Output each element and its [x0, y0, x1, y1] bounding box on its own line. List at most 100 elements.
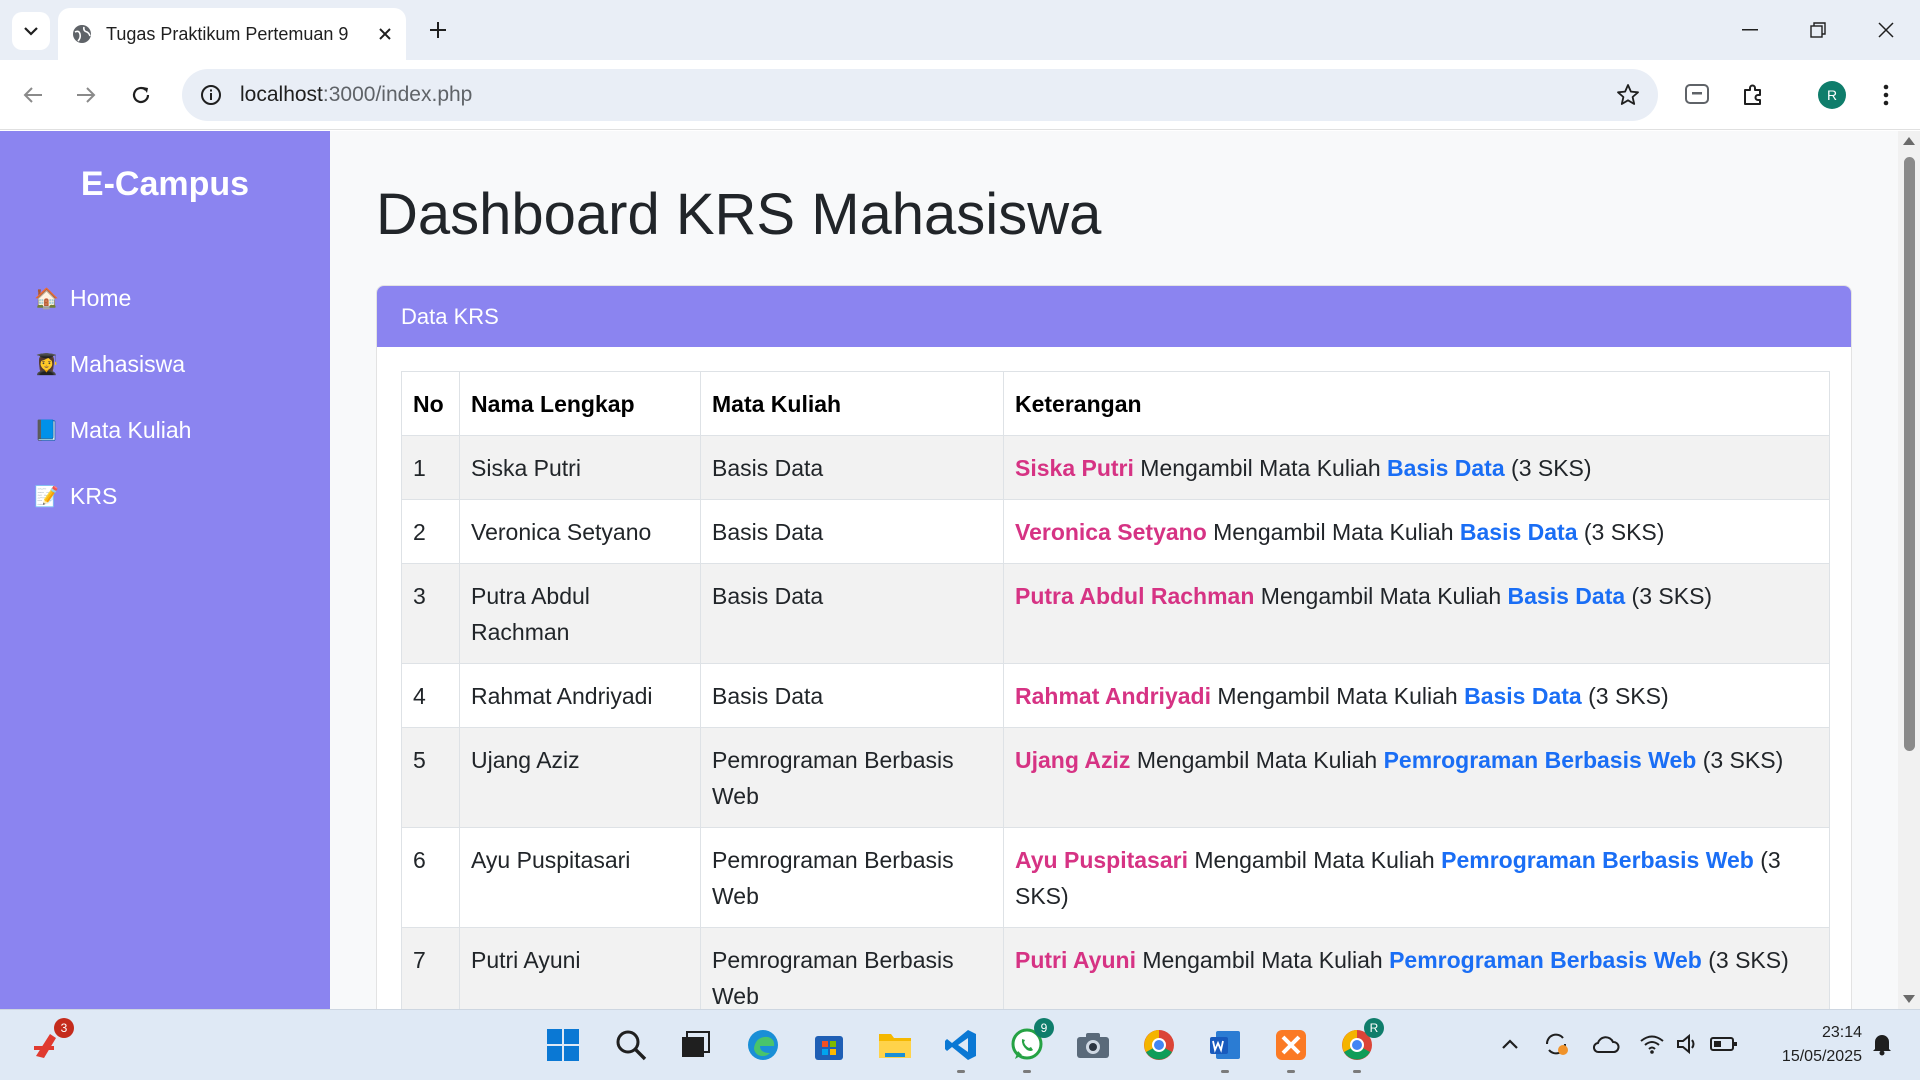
taskbar-app-store[interactable] [806, 1022, 852, 1068]
battery-tray-icon[interactable] [1708, 1028, 1740, 1060]
reload-icon [132, 86, 150, 104]
cell-keterangan: Putra Abdul Rachman Mengambil Mata Kulia… [1003, 563, 1830, 664]
reload-button[interactable] [123, 77, 159, 113]
cell-nama: Veronica Setyano [459, 499, 701, 564]
volume-tray-icon[interactable] [1672, 1028, 1704, 1060]
table-row: 7 Putri Ayuni Pemrograman Berbasis Web P… [401, 927, 1830, 1009]
browser-menu-button[interactable] [1868, 77, 1904, 113]
taskbar-app-xampp[interactable] [1268, 1022, 1314, 1073]
scroll-down-arrow-icon[interactable] [1903, 995, 1915, 1003]
restore-icon [1810, 22, 1826, 38]
forward-button[interactable] [68, 77, 104, 113]
column-header-mata-kuliah: Mata Kuliah [700, 371, 1004, 436]
start-button[interactable] [540, 1022, 586, 1068]
taskbar-app-whatsapp[interactable]: 9 [1004, 1018, 1054, 1073]
task-view-button[interactable] [672, 1022, 718, 1068]
task-view-icon [682, 1031, 710, 1057]
address-bar[interactable]: localhost:3000/index.php [182, 69, 1658, 121]
student-icon: 👩‍🎓 [34, 353, 59, 376]
sidebar-item-mahasiswa[interactable]: 👩‍🎓 Mahasiswa [34, 331, 191, 397]
table-row: 1 Siska Putri Basis Data Siska Putri Men… [401, 435, 1830, 500]
house-icon: 🏠 [34, 287, 59, 310]
table-header-row: No Nama Lengkap Mata Kuliah Keterangan [401, 371, 1830, 436]
onedrive-tray-icon[interactable] [1590, 1028, 1622, 1060]
running-indicator [1287, 1070, 1295, 1073]
notification-badge: 3 [54, 1018, 74, 1038]
cloud-icon [1592, 1036, 1620, 1053]
clock-time: 23:14 [1821, 1024, 1862, 1041]
bookmark-star-icon[interactable] [1616, 83, 1640, 107]
close-window-button[interactable] [1852, 0, 1920, 60]
web-page: E-Campus 🏠 Home 👩‍🎓 Mahasiswa 📘 Mata Kul… [0, 131, 1920, 1009]
scroll-thumb[interactable] [1904, 157, 1915, 751]
scroll-up-arrow-icon[interactable] [1903, 137, 1915, 145]
krs-table: No Nama Lengkap Mata Kuliah Keterangan 1… [401, 371, 1830, 1009]
cell-no: 2 [401, 499, 460, 564]
clock-date: 15/05/2025 [1781, 1048, 1862, 1065]
keterangan-course: Basis Data [1459, 519, 1578, 545]
minimize-icon [1742, 29, 1758, 31]
taskbar-app-word[interactable] [1202, 1022, 1248, 1073]
table-row: 2 Veronica Setyano Basis Data Veronica S… [401, 499, 1830, 564]
close-tab-icon[interactable] [378, 27, 392, 41]
wifi-tray-icon[interactable] [1636, 1028, 1668, 1060]
brand-title: E-Campus [80, 165, 250, 203]
sidebar-item-label: Mata Kuliah [70, 416, 192, 443]
taskbar-app-chrome-profile[interactable]: R [1334, 1018, 1384, 1073]
tab-search-button[interactable] [12, 12, 50, 50]
cell-mata-kuliah: Basis Data [700, 499, 1004, 564]
extensions-button[interactable] [1735, 77, 1771, 113]
cell-no: 1 [401, 435, 460, 500]
cell-no: 7 [401, 927, 460, 1009]
running-indicator [1353, 1070, 1361, 1073]
notification-center-button[interactable] [1866, 1028, 1898, 1060]
table-row: 3 Putra Abdul Rachman Basis Data Putra A… [401, 563, 1830, 664]
bell-icon [1873, 1035, 1891, 1056]
taskbar-search-button[interactable] [608, 1022, 654, 1068]
new-tab-button[interactable] [420, 12, 456, 48]
folder-icon [879, 1034, 911, 1058]
plus-icon [430, 22, 446, 38]
table-row: 4 Rahmat Andriyadi Basis Data Rahmat And… [401, 663, 1830, 728]
word-icon [1210, 1031, 1240, 1059]
sidebar-item-krs[interactable]: 📝 KRS [34, 463, 191, 529]
page-scrollbar[interactable] [1898, 131, 1920, 1009]
extension-chat-button[interactable] [1679, 77, 1715, 113]
keterangan-name: Siska Putri [1015, 455, 1134, 481]
cell-nama: Putri Ayuni [459, 927, 701, 1009]
sidebar-item-mata-kuliah[interactable]: 📘 Mata Kuliah [34, 397, 191, 463]
taskbar-app-vscode[interactable] [938, 1022, 984, 1073]
sync-tray-icon[interactable] [1540, 1028, 1572, 1060]
active-tab[interactable]: Tugas Praktikum Pertemuan 9 [58, 8, 406, 60]
cell-keterangan: Ujang Aziz Mengambil Mata Kuliah Pemrogr… [1003, 727, 1830, 828]
keterangan-sks: (3 SKS) [1504, 455, 1592, 481]
table-row: 6 Ayu Puspitasari Pemrograman Berbasis W… [401, 827, 1830, 928]
keterangan-course: Basis Data [1464, 683, 1582, 709]
restore-button[interactable] [1784, 0, 1852, 60]
cell-mata-kuliah: Basis Data [700, 563, 1004, 664]
system-clock[interactable]: 23:14 15/05/2025 [1752, 1021, 1862, 1069]
back-button[interactable] [15, 77, 51, 113]
memo-icon: 📝 [34, 485, 59, 508]
running-indicator [957, 1070, 965, 1073]
profile-button[interactable]: R [1814, 77, 1850, 113]
taskbar-app-file-explorer[interactable] [872, 1022, 918, 1068]
taskbar-app-chrome[interactable] [1136, 1022, 1182, 1068]
krs-card: Data KRS No Nama Lengkap Mata Kuliah Ket… [376, 285, 1852, 1009]
taskbar-app-camera[interactable] [1070, 1022, 1116, 1068]
vscode-icon [945, 1030, 976, 1060]
minimize-button[interactable] [1716, 0, 1784, 60]
cell-nama: Rahmat Andriyadi [459, 663, 701, 728]
keterangan-course: Pemrograman Berbasis Web [1383, 747, 1697, 773]
store-icon [815, 1036, 843, 1060]
site-info-icon[interactable] [200, 84, 222, 106]
keterangan-sks: (3 SKS) [1581, 683, 1669, 709]
taskbar-app-notification[interactable]: 3 [24, 1018, 74, 1068]
table-row: 5 Ujang Aziz Pemrograman Berbasis Web Uj… [401, 727, 1830, 828]
taskbar-app-edge[interactable] [740, 1022, 786, 1068]
sidebar-item-label: Mahasiswa [70, 350, 186, 377]
search-icon [616, 1030, 647, 1061]
sidebar-item-home[interactable]: 🏠 Home [34, 265, 191, 331]
show-hidden-icons-button[interactable] [1494, 1028, 1526, 1060]
cell-nama: Ayu Puspitasari [459, 827, 701, 928]
